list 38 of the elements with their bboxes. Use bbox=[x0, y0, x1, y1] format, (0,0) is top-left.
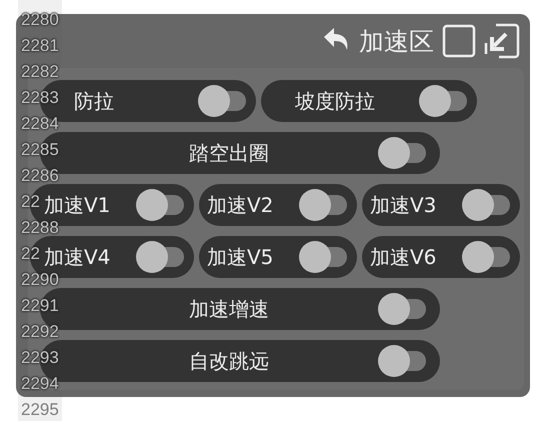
switch-label: 坡度防拉 bbox=[295, 88, 375, 115]
line-number: 2291 bbox=[20, 295, 59, 317]
line-number: 2280 bbox=[20, 9, 59, 31]
switch-label: 加速V4 bbox=[44, 244, 110, 271]
line-number: 2286 bbox=[20, 165, 59, 187]
toggle-switch[interactable] bbox=[136, 189, 184, 221]
toggle-switch[interactable] bbox=[198, 85, 246, 117]
line-number: 2290 bbox=[20, 269, 59, 291]
line-number: 2292 bbox=[20, 321, 59, 343]
line-number: 2294 bbox=[20, 373, 59, 395]
toggle-switch[interactable] bbox=[136, 241, 184, 273]
line-number: 2293 bbox=[20, 347, 59, 369]
line-number: 22 bbox=[20, 191, 40, 213]
switch-label: 加速V2 bbox=[207, 192, 274, 219]
switch-label: 防拉 bbox=[74, 88, 114, 115]
toggle-switch[interactable] bbox=[419, 85, 467, 117]
maximize-icon[interactable] bbox=[442, 24, 476, 58]
switch-label: 加速V5 bbox=[207, 244, 274, 271]
line-number: 2282 bbox=[20, 61, 59, 83]
toggle-switch[interactable] bbox=[462, 241, 510, 273]
line-number: 2283 bbox=[20, 87, 59, 109]
line-number: 2295 bbox=[20, 399, 59, 421]
switch-label: 加速V1 bbox=[44, 192, 110, 219]
line-number: 2281 bbox=[20, 35, 59, 57]
switch-label: 加速V3 bbox=[370, 192, 436, 219]
line-number: 2285 bbox=[20, 139, 59, 161]
line-number: 22 bbox=[20, 243, 40, 265]
line-number: 2284 bbox=[20, 113, 59, 135]
toggle-switch[interactable] bbox=[378, 293, 426, 325]
toggle-switch[interactable] bbox=[378, 345, 426, 377]
switch-label: 加速V6 bbox=[370, 244, 436, 271]
line-number: 2288 bbox=[20, 217, 59, 239]
toggle-switch[interactable] bbox=[462, 189, 510, 221]
toggle-switch[interactable] bbox=[299, 189, 347, 221]
toggle-switch[interactable] bbox=[299, 241, 347, 273]
toggle-switch[interactable] bbox=[378, 137, 426, 169]
panel-title: 加速区 bbox=[359, 28, 434, 54]
resize-icon[interactable] bbox=[484, 23, 520, 59]
